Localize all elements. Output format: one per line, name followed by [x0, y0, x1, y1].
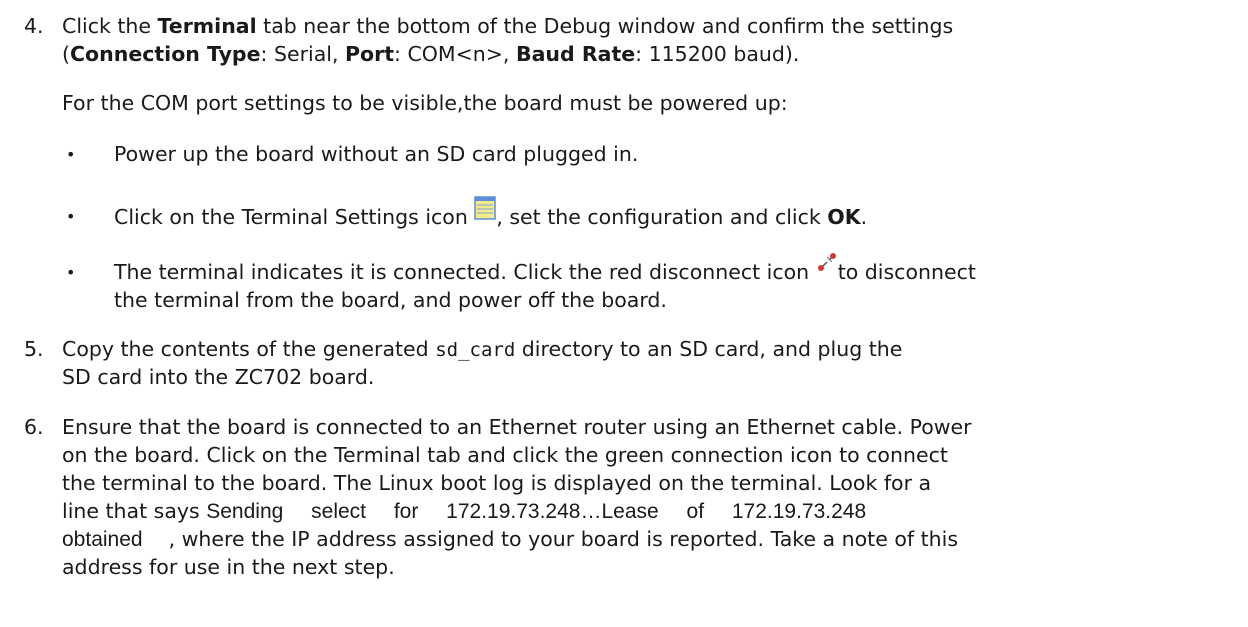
step5-line2: SD card into the ZC702 board.: [62, 365, 375, 389]
step-number: 5.: [24, 337, 44, 361]
text: Click the: [62, 14, 158, 38]
bullet-glyph: •: [66, 145, 76, 164]
text: line that says: [62, 499, 207, 523]
text: directory to an SD card, and plug the: [515, 337, 903, 361]
bold-term: Port: [344, 42, 395, 66]
terminal-settings-icon[interactable]: [474, 196, 497, 226]
boot-log-text: obtained: [62, 528, 143, 551]
text: (: [62, 42, 70, 66]
text: Click on the Terminal Settings icon: [114, 205, 475, 229]
step6-line6: address for use in the next step.: [62, 555, 395, 579]
text: to disconnect: [837, 260, 976, 284]
text: , where the IP address assigned to your …: [168, 527, 958, 551]
bullet-item-disconnect-line1: The terminal indicates it is connected. …: [114, 253, 976, 286]
disconnect-icon[interactable]: [816, 253, 838, 281]
text: : COM<n>,: [394, 42, 516, 66]
step5-line1: Copy the contents of the generated sd_ca…: [62, 335, 902, 364]
step6-line2: on the board. Click on the Terminal tab …: [62, 443, 948, 467]
bullet-glyph: •: [66, 207, 76, 226]
bullet-item-disconnect-line2: the terminal from the board, and power o…: [114, 288, 667, 312]
step6-line4: line that says Sending select for 172.19…: [62, 497, 866, 526]
boot-log-text: Sending select for 172.19.73.248…Lease o…: [206, 500, 867, 523]
bold-term: Baud Rate: [515, 42, 636, 66]
text: The terminal indicates it is connected. …: [114, 260, 816, 284]
code-directory-name: sd_card: [435, 339, 516, 361]
step6-line1: Ensure that the board is connected to an…: [62, 415, 972, 439]
text: tab near the bottom of the Debug window …: [256, 14, 954, 38]
text: : Serial,: [260, 42, 345, 66]
step4-line2: (Connection Type: Serial, Port: COM<n>, …: [62, 40, 799, 68]
step-number: 6.: [24, 415, 44, 439]
step4-intro: For the COM port settings to be visible,…: [62, 91, 788, 115]
text: : 115200 baud).: [635, 42, 800, 66]
bold-term: Terminal: [157, 14, 257, 38]
bullet-glyph: •: [66, 263, 76, 282]
bold-term: OK: [827, 205, 861, 229]
bullet-item-power-up: Power up the board without an SD card pl…: [114, 142, 639, 166]
step6-line5: obtained , where the IP address assigned …: [62, 525, 958, 554]
step4-line1: Click the Terminal tab near the bottom o…: [62, 12, 953, 40]
text: .: [860, 205, 868, 229]
text: Copy the contents of the generated: [62, 337, 436, 361]
bullet-item-terminal-settings: Click on the Terminal Settings icon , se…: [114, 196, 868, 231]
text: , set the configuration and click: [496, 205, 828, 229]
bold-term: Connection Type: [70, 42, 261, 66]
step6-line3: the terminal to the board. The Linux boo…: [62, 471, 932, 495]
step-number: 4.: [24, 14, 44, 38]
